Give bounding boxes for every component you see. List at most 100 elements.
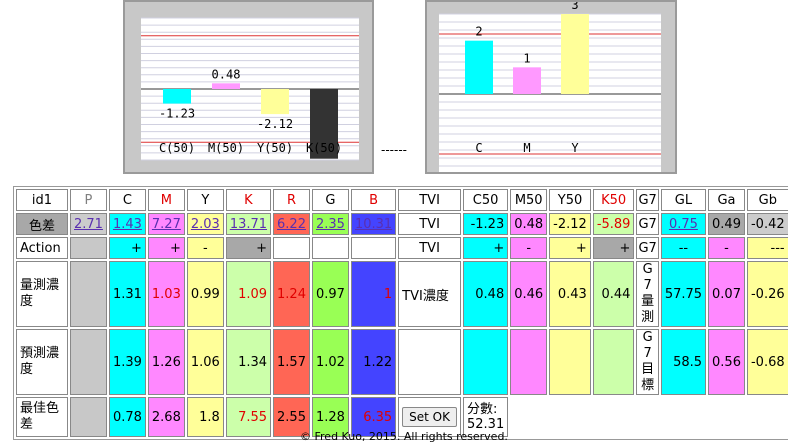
- action-tvi: TVI: [398, 237, 461, 259]
- action-ga: -: [708, 237, 745, 259]
- action-row: Action + + - + TVI + - + + G7 -- - ---: [16, 237, 788, 259]
- measured-gb: -0.26: [746, 261, 788, 327]
- action-y: -: [186, 237, 224, 259]
- measured-k50: 0.44: [592, 261, 635, 327]
- bar: [465, 40, 493, 94]
- data-label: -1.23: [159, 107, 195, 121]
- predicted-r: 1.57: [273, 329, 310, 395]
- header-gl: GL: [660, 189, 707, 211]
- action-k50: +: [592, 237, 635, 259]
- category-label: M(50): [208, 141, 244, 155]
- predicted-p: [70, 329, 107, 395]
- header-y50: Y50: [549, 189, 591, 211]
- header-b: B: [350, 189, 397, 211]
- action-g7: G7: [636, 237, 659, 259]
- data-label: 1: [523, 51, 530, 65]
- action-label: Action: [16, 237, 68, 259]
- delta-m50: 0.48: [510, 213, 548, 235]
- delta-bar-chart: -1.23 C(50) 0.48 M(50) -2.12 Y(50) K(50): [141, 17, 359, 161]
- measured-g: 0.97: [311, 261, 349, 327]
- data-label: 0.48: [212, 67, 241, 81]
- predicted-m50: [510, 329, 548, 395]
- best-k: 7.55: [225, 397, 272, 437]
- delta-gl-link[interactable]: 0.75: [669, 217, 698, 232]
- best-p: [70, 397, 107, 437]
- predicted-y50: [549, 329, 591, 395]
- header-ga: Ga: [708, 189, 745, 211]
- header-gb: Gb: [746, 189, 788, 211]
- delta-p-link[interactable]: 2.71: [74, 217, 103, 232]
- header-g7: G7: [636, 189, 659, 211]
- header-row: id1 P C M Y K R G B TVI C50 M50 Y50 K50 …: [16, 189, 788, 211]
- predicted-gl: 58.5: [660, 329, 707, 395]
- category-label: K(50): [306, 141, 342, 155]
- delta-c50: -1.23: [463, 213, 509, 235]
- action-y50: +: [549, 237, 591, 259]
- measured-y: 0.99: [186, 261, 224, 327]
- delta-row: 色差 2.71 1.43 7.27 2.03 13.71 6.22 2.35 1…: [16, 213, 788, 235]
- measured-m50: 0.46: [510, 261, 548, 327]
- bar: [261, 89, 289, 115]
- measured-y50: 0.43: [549, 261, 591, 327]
- delta-g-link[interactable]: 2.35: [316, 217, 345, 232]
- action-p: [70, 237, 107, 259]
- predicted-ga: 0.56: [708, 329, 745, 395]
- header-m: M: [147, 189, 185, 211]
- chart-panel-left: -1.23 C(50) 0.48 M(50) -2.12 Y(50) K(50): [123, 0, 374, 174]
- delta-y-link[interactable]: 2.03: [191, 217, 220, 232]
- delta-g7: G7: [636, 213, 659, 235]
- delta-b-link[interactable]: 10.31: [355, 217, 392, 232]
- category-label: Y(50): [257, 141, 293, 155]
- data-label: 3: [571, 2, 578, 12]
- action-m: +: [147, 237, 185, 259]
- category-label: C: [475, 141, 482, 155]
- measured-gl: 57.75: [660, 261, 707, 327]
- predicted-row: 預測濃度 1.39 1.26 1.06 1.34 1.57 1.02 1.22 …: [16, 329, 788, 395]
- category-label: Y: [571, 141, 579, 155]
- header-c: C: [108, 189, 146, 211]
- header-r: R: [273, 189, 310, 211]
- chart-panel-right: 2 C 1 M 3 Y: [425, 0, 677, 174]
- delta-k-link[interactable]: 13.71: [230, 217, 267, 232]
- delta-ga: 0.49: [708, 213, 745, 235]
- bar: [163, 89, 191, 104]
- action-gl: --: [660, 237, 707, 259]
- measured-r: 1.24: [273, 261, 310, 327]
- header-g: G: [311, 189, 349, 211]
- measured-c50: 0.48: [463, 261, 509, 327]
- bar: [561, 14, 589, 94]
- measured-c: 1.31: [108, 261, 146, 327]
- measured-ga: 0.07: [708, 261, 745, 327]
- measured-g7: G7量測: [641, 262, 655, 325]
- action-bar-chart: 2 C 1 M 3 Y: [439, 2, 661, 172]
- data-label: -2.12: [257, 117, 293, 131]
- bar: [513, 67, 541, 94]
- delta-gb: -0.42: [746, 213, 788, 235]
- predicted-m: 1.26: [147, 329, 185, 395]
- best-c: 0.78: [108, 397, 146, 437]
- delta-y50: -2.12: [549, 213, 591, 235]
- measured-tvi: TVI濃度: [398, 261, 461, 327]
- header-p: P: [70, 189, 107, 211]
- predicted-tvi: [398, 329, 461, 395]
- measured-p: [70, 261, 107, 327]
- measured-row: 量測濃度 1.31 1.03 0.99 1.09 1.24 0.97 1 TVI…: [16, 261, 788, 327]
- header-k: K: [225, 189, 272, 211]
- color-data-table: id1 P C M Y K R G B TVI C50 M50 Y50 K50 …: [13, 186, 788, 440]
- delta-c-link[interactable]: 1.43: [113, 217, 142, 232]
- header-k50: K50: [592, 189, 635, 211]
- delta-r-link[interactable]: 6.22: [277, 217, 306, 232]
- header-y: Y: [186, 189, 224, 211]
- measured-b: 1: [350, 261, 397, 327]
- header-m50: M50: [510, 189, 548, 211]
- action-r: [273, 237, 310, 259]
- category-label: C(50): [159, 141, 195, 155]
- set-ok-button[interactable]: Set OK: [402, 407, 457, 427]
- category-label: M: [523, 141, 530, 155]
- delta-m-link[interactable]: 7.27: [152, 217, 181, 232]
- data-label: 2: [475, 25, 482, 39]
- bar: [212, 83, 240, 89]
- action-gb: ---: [746, 237, 788, 259]
- delta-tvi: TVI: [398, 213, 461, 235]
- best-m: 2.68: [147, 397, 185, 437]
